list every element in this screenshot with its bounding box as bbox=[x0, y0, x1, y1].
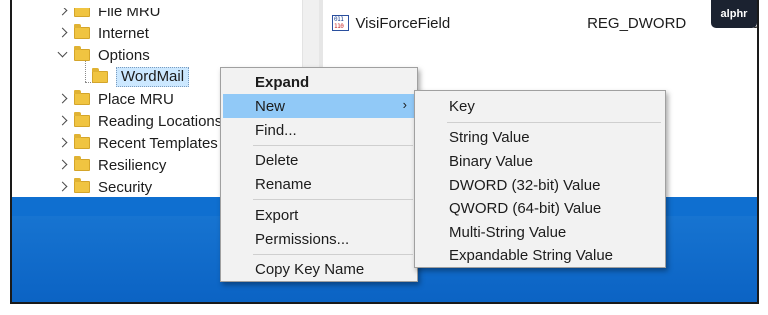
tree-item-label: Options bbox=[98, 46, 150, 64]
chevron-right-icon[interactable] bbox=[56, 8, 70, 22]
tree-item-label: Reading Locations bbox=[98, 112, 223, 130]
menu-item-label: Multi-String Value bbox=[449, 223, 567, 241]
menu-separator bbox=[447, 122, 661, 123]
submenu-item-expandable-string-value[interactable]: Expandable String Value bbox=[417, 243, 663, 267]
submenu-item-key[interactable]: Key bbox=[417, 94, 663, 118]
context-menu: Expand New › Find... Delete Rename Expor… bbox=[220, 67, 418, 282]
menu-item-label: DWORD (32-bit) Value bbox=[449, 176, 601, 194]
menu-separator bbox=[253, 254, 413, 255]
submenu-item-binary-value[interactable]: Binary Value bbox=[417, 149, 663, 173]
menu-item-rename[interactable]: Rename bbox=[223, 172, 415, 196]
menu-item-label: Rename bbox=[255, 175, 312, 193]
folder-open-icon bbox=[74, 46, 90, 61]
value-row[interactable]: VisiForceField REG_DWORD 0x000 bbox=[332, 12, 757, 34]
menu-item-permissions[interactable]: Permissions... bbox=[223, 227, 415, 251]
chevron-right-icon[interactable] bbox=[56, 132, 70, 154]
submenu-item-multi-string-value[interactable]: Multi-String Value bbox=[417, 220, 663, 244]
chevron-right-icon[interactable] bbox=[56, 176, 70, 198]
tree-item-resiliency[interactable]: Resiliency bbox=[56, 154, 166, 176]
alphr-badge: alphr bbox=[711, 0, 757, 28]
menu-separator bbox=[253, 199, 413, 200]
tree-item-internet[interactable]: Internet bbox=[56, 22, 149, 44]
menu-item-label: String Value bbox=[449, 128, 530, 146]
folder-icon bbox=[74, 178, 90, 193]
folder-icon bbox=[74, 8, 90, 17]
chevron-right-icon[interactable] bbox=[56, 110, 70, 132]
tree-item-file-mru[interactable]: File MRU bbox=[56, 2, 161, 22]
submenu-item-dword-value[interactable]: DWORD (32-bit) Value bbox=[417, 173, 663, 197]
menu-item-label: Delete bbox=[255, 151, 299, 169]
menu-item-label: Find... bbox=[255, 121, 297, 139]
menu-item-expand[interactable]: Expand bbox=[223, 70, 415, 94]
value-name: VisiForceField bbox=[355, 14, 451, 32]
menu-item-label: Binary Value bbox=[449, 152, 533, 170]
badge-label: alphr bbox=[720, 8, 748, 20]
menu-item-label: New bbox=[255, 97, 286, 115]
chevron-right-icon[interactable] bbox=[56, 22, 70, 44]
chevron-right-icon[interactable] bbox=[56, 154, 70, 176]
tree-item-label: Recent Templates bbox=[98, 134, 218, 152]
folder-icon bbox=[74, 134, 90, 149]
folder-icon bbox=[74, 24, 90, 39]
menu-item-label: Key bbox=[449, 97, 475, 115]
tree-item-label-selected: WordMail bbox=[116, 67, 190, 87]
menu-item-new[interactable]: New › bbox=[223, 94, 415, 118]
chevron-right-icon: › bbox=[402, 97, 407, 112]
tree-item-place-mru[interactable]: Place MRU bbox=[56, 88, 174, 110]
menu-item-label: Permissions... bbox=[255, 230, 350, 248]
tree-item-recent-templates[interactable]: Recent Templates bbox=[56, 132, 218, 154]
menu-item-label: QWORD (64-bit) Value bbox=[449, 199, 602, 217]
tree-item-label: Security bbox=[98, 178, 153, 196]
tree-item-reading-locations[interactable]: Reading Locations bbox=[56, 110, 222, 132]
new-submenu: Key String Value Binary Value DWORD (32-… bbox=[414, 90, 666, 268]
menu-item-copy-key-name[interactable]: Copy Key Name bbox=[223, 257, 415, 281]
tree-item-options[interactable]: Options bbox=[56, 44, 150, 66]
tree-item-security[interactable]: Security bbox=[56, 176, 152, 198]
menu-item-find[interactable]: Find... bbox=[223, 118, 415, 142]
submenu-item-qword-value[interactable]: QWORD (64-bit) Value bbox=[417, 196, 663, 220]
tree-item-label: Resiliency bbox=[98, 156, 167, 174]
menu-item-label: Export bbox=[255, 206, 299, 224]
submenu-item-string-value[interactable]: String Value bbox=[417, 125, 663, 149]
menu-item-label: Expand bbox=[255, 73, 310, 91]
folder-icon bbox=[74, 156, 90, 171]
tree-item-label: File MRU bbox=[98, 2, 161, 20]
menu-item-export[interactable]: Export bbox=[223, 203, 415, 227]
chevron-right-icon[interactable] bbox=[56, 88, 70, 110]
menu-item-label: Copy Key Name bbox=[255, 260, 365, 278]
chevron-down-icon[interactable] bbox=[56, 44, 70, 66]
menu-item-label: Expandable String Value bbox=[449, 246, 614, 264]
folder-icon bbox=[92, 68, 108, 83]
folder-icon bbox=[74, 90, 90, 105]
folder-icon bbox=[74, 112, 90, 127]
tree-item-label: Internet bbox=[98, 24, 149, 42]
binary-value-icon bbox=[332, 15, 350, 31]
tree-item-label: Place MRU bbox=[98, 90, 174, 108]
menu-separator bbox=[253, 145, 413, 146]
tree-item-wordmail[interactable]: WordMail bbox=[88, 66, 190, 88]
menu-item-delete[interactable]: Delete bbox=[223, 148, 415, 172]
